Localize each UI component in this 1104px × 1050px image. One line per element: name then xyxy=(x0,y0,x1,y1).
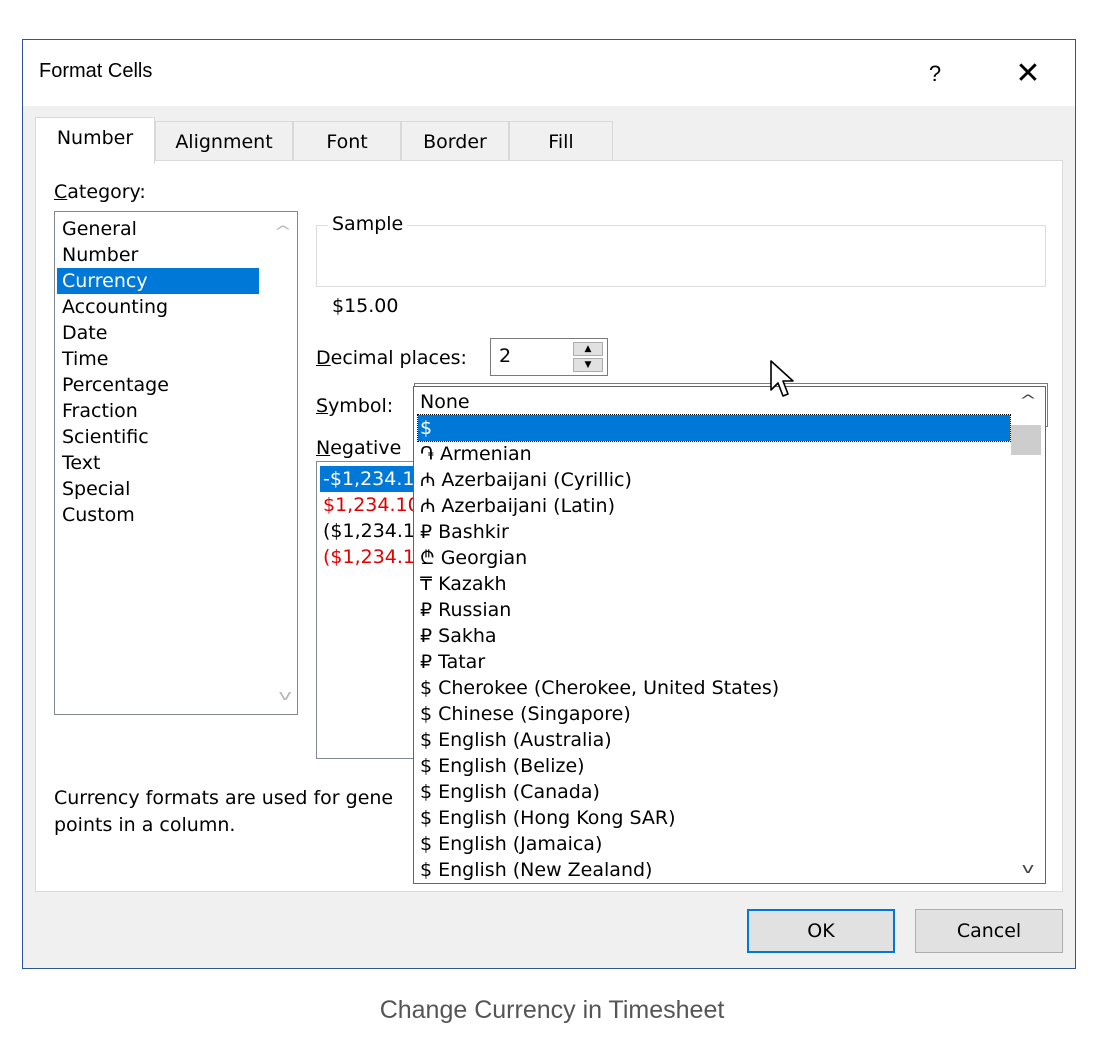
symbol-option[interactable]: $ English (Canada) xyxy=(418,779,1010,805)
chevron-up-icon[interactable]: ^ xyxy=(1003,393,1046,409)
category-item-fraction[interactable]: Fraction xyxy=(57,398,259,424)
symbol-option[interactable]: ₽ Tatar xyxy=(418,649,1010,675)
symbol-option[interactable]: ₾ Georgian xyxy=(418,545,1010,571)
category-item-scientific[interactable]: Scientific xyxy=(57,424,259,450)
category-item-number[interactable]: Number xyxy=(57,242,259,268)
chevron-up-icon[interactable]: ^ xyxy=(274,224,293,240)
category-item-text[interactable]: Text xyxy=(57,450,259,476)
decimal-places-stepper[interactable]: 2 ▲ ▼ xyxy=(490,338,608,376)
symbol-option[interactable]: $ English (Hong Kong SAR) xyxy=(418,805,1010,831)
negative-numbers-list[interactable]: -$1,234.10 $1,234.10 ($1,234.10) ($1,234… xyxy=(316,461,416,759)
sample-value: $15.00 xyxy=(332,295,399,317)
symbol-option[interactable]: ₽ Sakha xyxy=(418,623,1010,649)
cancel-button[interactable]: Cancel xyxy=(915,909,1063,953)
negative-format-item[interactable]: ($1,234.10) xyxy=(320,544,414,570)
negative-format-item[interactable]: ($1,234.10) xyxy=(320,518,414,544)
category-item-custom[interactable]: Custom xyxy=(57,502,259,528)
symbol-option[interactable]: $ English (New Zealand) xyxy=(418,857,1010,883)
tab-border[interactable]: Border xyxy=(401,121,509,161)
tab-font[interactable]: Font xyxy=(293,121,401,161)
category-item-general[interactable]: General xyxy=(57,216,259,242)
scrollbar-thumb[interactable] xyxy=(1011,425,1041,455)
negative-format-item[interactable]: -$1,234.10 xyxy=(320,466,414,492)
symbol-option[interactable]: $ Chinese (Singapore) xyxy=(418,701,1010,727)
category-item-percentage[interactable]: Percentage xyxy=(57,372,259,398)
dialog-title: Format Cells xyxy=(39,60,153,82)
category-item-accounting[interactable]: Accounting xyxy=(57,294,259,320)
spin-down-icon[interactable]: ▼ xyxy=(573,358,603,372)
negative-format-item[interactable]: $1,234.10 xyxy=(320,492,414,518)
symbol-option[interactable]: ₼ Azerbaijani (Latin) xyxy=(418,493,1010,519)
category-description: Currency formats are used for gene point… xyxy=(54,785,414,839)
symbol-option[interactable]: $ English (Belize) xyxy=(418,753,1010,779)
symbol-option[interactable]: ₽ Russian xyxy=(418,597,1010,623)
symbol-label: Symbol: xyxy=(316,395,394,417)
spin-buttons[interactable]: ▲ ▼ xyxy=(573,342,603,372)
symbol-option[interactable]: $ English (Australia) xyxy=(418,727,1010,753)
tab-fill[interactable]: Fill xyxy=(509,121,613,161)
dropdown-scrollbar[interactable]: ^ v xyxy=(1011,387,1045,883)
symbol-option[interactable]: $ Cherokee (Cherokee, United States) xyxy=(418,675,1010,701)
symbol-option[interactable]: ֏ Armenian xyxy=(418,441,1010,467)
category-label: Category: xyxy=(54,181,146,203)
description-line: Currency formats are used for gene xyxy=(54,787,394,809)
decimal-places-label: Decimal places: xyxy=(316,347,467,369)
category-item-special[interactable]: Special xyxy=(57,476,259,502)
symbol-option[interactable]: ₸ Kazakh xyxy=(418,571,1010,597)
symbol-option[interactable]: ₼ Azerbaijani (Cyrillic) xyxy=(418,467,1010,493)
sample-legend: Sample xyxy=(328,213,408,235)
sample-group xyxy=(316,225,1046,287)
tab-number[interactable]: Number xyxy=(35,117,155,164)
category-item-currency[interactable]: Currency xyxy=(57,268,259,294)
decimal-places-value[interactable]: 2 xyxy=(499,345,511,367)
category-item-time[interactable]: Time xyxy=(57,346,259,372)
close-button[interactable]: ✕ xyxy=(1001,54,1055,94)
help-button[interactable]: ? xyxy=(913,54,957,94)
symbol-option[interactable]: $ xyxy=(417,414,1011,442)
chevron-down-icon[interactable]: v xyxy=(1003,861,1046,877)
category-item-date[interactable]: Date xyxy=(57,320,259,346)
tab-alignment[interactable]: Alignment xyxy=(155,121,293,161)
symbol-option[interactable]: None xyxy=(418,389,1010,415)
negative-numbers-label: Negative xyxy=(316,437,402,459)
chevron-down-icon[interactable]: v xyxy=(278,688,291,704)
symbol-option[interactable]: $ English (Jamaica) xyxy=(418,831,1010,857)
title-bar: Format Cells ? ✕ xyxy=(23,40,1075,106)
category-list[interactable]: General Number Currency Accounting Date … xyxy=(54,211,298,715)
symbol-option[interactable]: ₽ Bashkir xyxy=(418,519,1010,545)
symbol-dropdown-list[interactable]: None $ ֏ Armenian ₼ Azerbaijani (Cyrilli… xyxy=(413,386,1046,884)
mouse-pointer-icon xyxy=(770,360,794,397)
spin-up-icon[interactable]: ▲ xyxy=(573,342,603,356)
description-line: points in a column. xyxy=(54,814,236,836)
image-caption: Change Currency in Timesheet xyxy=(379,996,725,1024)
ok-button[interactable]: OK xyxy=(747,909,895,953)
